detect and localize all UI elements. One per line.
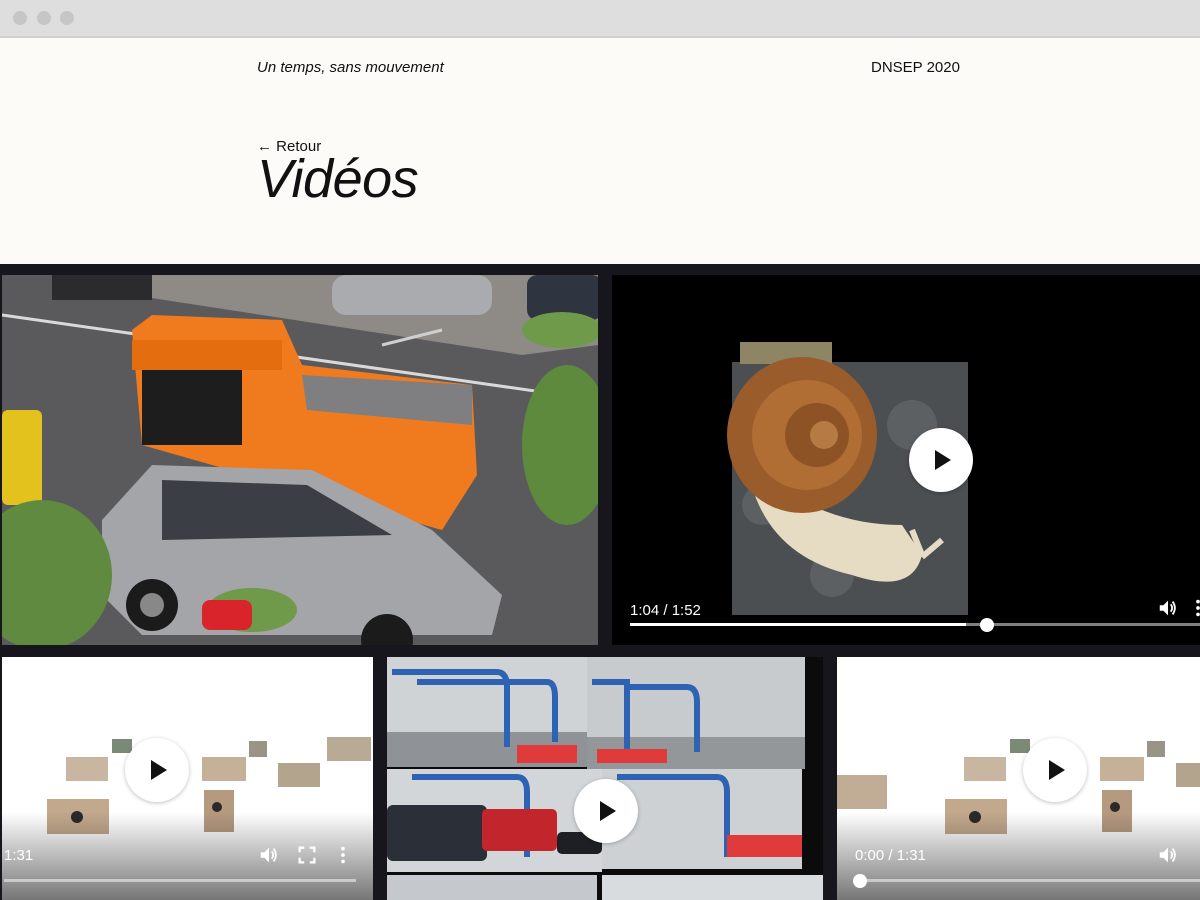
snail-image (727, 342, 968, 615)
volume-icon[interactable] (258, 844, 280, 866)
video-collage-left[interactable]: 1:31 (2, 657, 373, 900)
more-options-icon[interactable] (1192, 597, 1200, 619)
volume-icon[interactable] (1157, 597, 1179, 619)
page-title: Vidéos (257, 149, 419, 209)
seek-bar-progress (630, 623, 967, 626)
video-time: 1:31 (4, 847, 34, 864)
play-button[interactable] (909, 428, 973, 492)
more-options-icon[interactable] (337, 844, 349, 866)
video-time: 0:00 / 1:31 (855, 847, 926, 864)
play-button[interactable] (1023, 738, 1087, 802)
street-scene-image (2, 275, 598, 645)
window-minimize-dot[interactable] (37, 11, 51, 25)
video-street-sweeper[interactable] (2, 275, 598, 645)
seek-bar[interactable] (630, 618, 1200, 632)
seek-bar-handle[interactable] (980, 618, 994, 632)
window-maximize-dot[interactable] (60, 11, 74, 25)
video-snail[interactable]: 1:04 / 1:52 (612, 275, 1200, 645)
site-title[interactable]: Un temps, sans mouvement (257, 59, 444, 76)
browser-chrome (0, 0, 1200, 38)
window-close-dot[interactable] (13, 11, 27, 25)
fullscreen-icon[interactable] (296, 844, 318, 866)
video-time: 1:04 / 1:52 (630, 602, 701, 619)
seek-bar[interactable] (853, 874, 1200, 888)
volume-icon[interactable] (1157, 844, 1179, 866)
site-year[interactable]: DNSEP 2020 (871, 59, 960, 76)
seek-bar-handle[interactable] (853, 874, 867, 888)
video-gallery: 1:04 / 1:52 1:31 0:00 / 1:31 (0, 264, 1200, 900)
seek-bar[interactable] (4, 879, 356, 882)
video-collage-right[interactable]: 0:00 / 1:31 (837, 657, 1200, 900)
play-button[interactable] (125, 738, 189, 802)
play-button[interactable] (574, 779, 638, 843)
browser-window: Un temps, sans mouvement DNSEP 2020 ← Re… (0, 0, 1200, 900)
video-pipes-collage[interactable] (387, 657, 823, 900)
